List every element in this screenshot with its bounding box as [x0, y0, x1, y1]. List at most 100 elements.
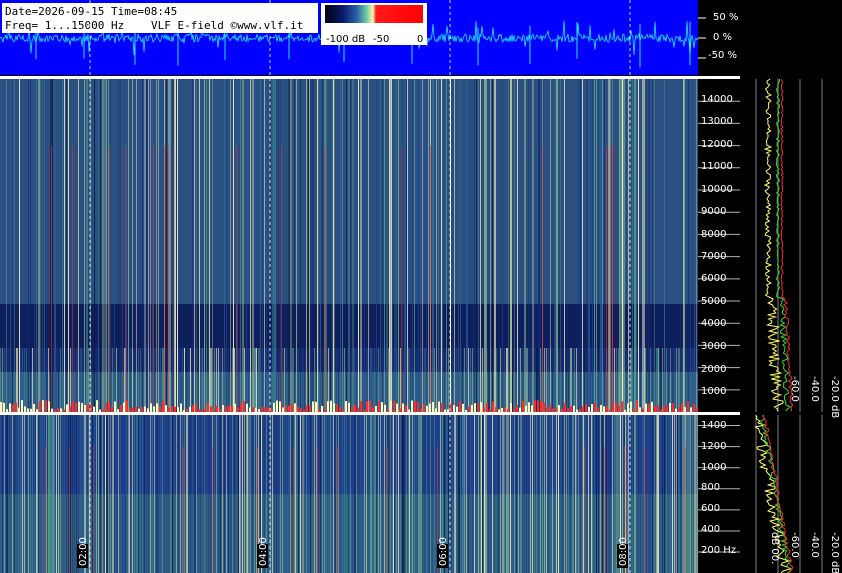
spectrogram-column	[466, 415, 467, 573]
spectrogram-floor	[567, 408, 569, 412]
spectrogram-floor	[258, 409, 260, 412]
spectrogram-column	[390, 79, 391, 412]
spectrogram-sferic-red	[69, 446, 70, 573]
spectrogram-column	[258, 348, 260, 412]
spectrogram-column	[2, 415, 3, 573]
spectrogram-column	[524, 415, 525, 573]
spectrogram-column	[554, 415, 555, 573]
spectrogram-sferic	[389, 79, 390, 412]
spectrogram-floor	[468, 406, 470, 412]
db-tick-label: -60.0	[789, 532, 800, 558]
colorbar: -100 dB -50 0	[321, 3, 427, 45]
spectrogram-floor	[384, 404, 386, 412]
spectrogram-column	[420, 79, 421, 412]
spectrogram-floor	[336, 404, 338, 412]
spectrogram-column	[356, 348, 357, 412]
db-tick-label: -20.0 dB	[829, 532, 840, 573]
spectrogram-floor	[156, 403, 158, 412]
spectrogram-sferic	[242, 415, 243, 573]
spectrogram-column	[216, 415, 217, 573]
spectrogram-column	[362, 415, 363, 573]
spectrogram-floor	[357, 407, 359, 412]
spectrogram-floor	[246, 403, 248, 412]
spectrogram-sferic-red	[293, 446, 294, 573]
spectrogram-floor	[12, 404, 14, 412]
spectrogram-column	[66, 79, 67, 412]
spectrogram-column	[478, 415, 479, 573]
spectrogram-column	[20, 348, 21, 412]
spectrogram-column	[142, 79, 143, 412]
spectrogram-column	[50, 415, 52, 573]
spectrogram-sferic	[209, 79, 210, 412]
spectrogram-floor	[519, 407, 521, 412]
spectrogram-column	[360, 79, 362, 412]
spectrogram-column	[542, 415, 543, 573]
spectrogram-floor	[210, 406, 212, 412]
spectrogram-floor	[51, 408, 53, 412]
spectrogram-floor	[312, 401, 314, 412]
spectrogram-column	[52, 79, 53, 412]
spectrogram-floor	[483, 407, 485, 412]
spectrogram-column	[388, 415, 389, 573]
spectrogram-column	[484, 79, 486, 412]
db-tick-label: dB 00.	[769, 532, 780, 564]
spectrogram-column	[182, 348, 183, 412]
spectrogram-column	[334, 415, 336, 573]
spectrogram-column	[10, 415, 11, 573]
spectrogram-floor	[180, 403, 182, 412]
spectrogram-column	[180, 415, 181, 573]
spectrogram-sferic	[619, 79, 620, 412]
spectrogram-column	[632, 79, 633, 412]
spectrogram-column	[234, 415, 235, 573]
spectrogram-column	[634, 79, 636, 412]
spectrogram-sferic	[148, 79, 149, 412]
spectrogram-floor	[132, 407, 134, 412]
spectrogram-column	[464, 415, 465, 573]
spectrogram-column	[514, 415, 515, 573]
spectrogram-column	[214, 348, 215, 412]
spectrogram-column	[640, 348, 641, 412]
spectrogram-column	[36, 415, 37, 573]
spectrogram-column	[168, 415, 169, 573]
spectrogram-floor	[153, 406, 155, 412]
spectrogram-column	[56, 415, 57, 573]
spectrogram-column	[434, 415, 435, 573]
spectrogram-column	[560, 415, 562, 573]
spectrogram-column	[2, 348, 3, 412]
spectrogram-floor	[9, 403, 11, 412]
spectrogram-column	[454, 415, 455, 573]
spectrogram-column	[650, 348, 651, 412]
spectrogram-sferic	[19, 79, 20, 412]
spectrogram-column	[366, 415, 367, 573]
spectrogram-column	[268, 348, 269, 412]
spectrogram-floor	[21, 400, 23, 412]
spectrogram-column	[8, 415, 9, 573]
spectrogram-floor	[69, 406, 71, 412]
spectrogram-floor	[390, 400, 392, 412]
spectrogram-column	[654, 79, 655, 412]
spectrogram-column	[326, 79, 327, 412]
spectrogram-floor	[219, 408, 221, 412]
spectrogram-floor	[15, 402, 17, 412]
spectrogram-column	[394, 415, 395, 573]
spectrogram-column	[462, 348, 463, 412]
spectrogram-column	[66, 415, 67, 573]
spectrogram-floor	[531, 405, 533, 412]
spectrogram-column	[608, 79, 609, 412]
spectrogram-floor	[261, 406, 263, 412]
spectrogram-column	[400, 348, 401, 412]
spectrogram-column	[254, 415, 255, 573]
spectrogram-column	[348, 79, 350, 412]
spectrogram-column	[360, 415, 361, 573]
spectrogram-sferic	[177, 79, 178, 412]
spectrogram-sferic	[316, 415, 317, 573]
spectrogram-floor	[453, 405, 455, 412]
spectrogram-floor	[225, 406, 227, 412]
spectrogram-floor	[138, 408, 140, 412]
spectrogram-column	[8, 348, 9, 412]
spectrogram-floor	[222, 405, 224, 412]
spectrogram-column	[422, 79, 423, 412]
spectrogram-column	[218, 348, 219, 412]
spectrogram-sferic-red	[401, 145, 402, 412]
spectrogram-floor	[462, 403, 464, 412]
